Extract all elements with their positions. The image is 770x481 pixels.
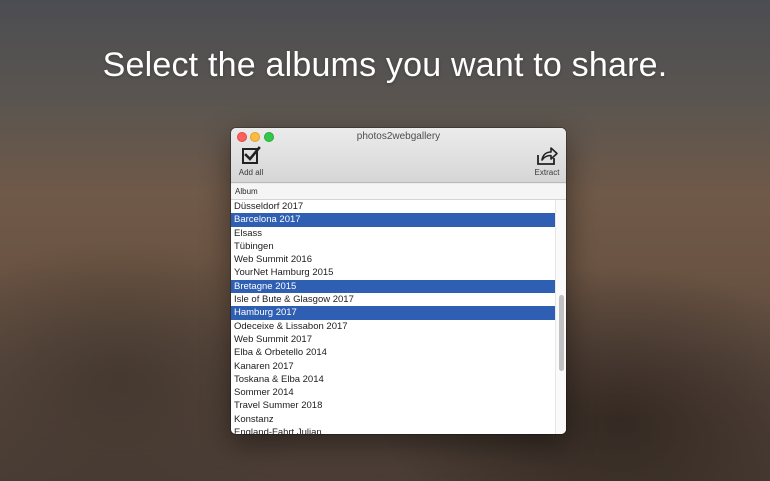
app-window: photos2webgallery Add all Extract Album … [231, 128, 566, 434]
add-all-label: Add all [238, 168, 264, 177]
album-row[interactable]: Tübingen [231, 240, 555, 253]
share-arrow-icon [537, 147, 558, 165]
album-row[interactable]: Web Summit 2017 [231, 333, 555, 346]
page-headline: Select the albums you want to share. [102, 46, 668, 84]
album-row[interactable]: Web Summit 2016 [231, 253, 555, 266]
album-row[interactable]: Kanaren 2017 [231, 360, 555, 373]
vertical-scrollbar[interactable] [555, 200, 566, 434]
window-title: photos2webgallery [356, 131, 441, 142]
album-row[interactable]: Isle of Bute & Glasgow 2017 [231, 293, 555, 306]
album-row[interactable]: Elsass [231, 227, 555, 240]
album-row[interactable]: Toskana & Elba 2014 [231, 373, 555, 386]
album-table: Album Düsseldorf 2017 Barcelona 2017 Elsas… [231, 184, 566, 434]
album-row[interactable]: Odeceixe & Lissabon 2017 [231, 320, 555, 333]
column-header-album[interactable]: Album [231, 184, 566, 200]
album-row[interactable]: England-Fahrt Julian [231, 426, 555, 434]
album-row[interactable]: Elba & Orbetello 2014 [231, 346, 555, 359]
album-row[interactable]: Sommer 2014 [231, 386, 555, 399]
title-bar[interactable]: photos2webgallery Add all Extract [231, 128, 566, 183]
extract-button[interactable]: Extract [527, 146, 566, 180]
extract-label: Extract [534, 168, 560, 177]
checkbox-check-icon [242, 146, 261, 164]
album-rows: Düsseldorf 2017 Barcelona 2017 Elsass Tübin… [231, 200, 555, 434]
album-row[interactable]: Travel Summer 2018 [231, 399, 555, 412]
scrollbar-thumb[interactable] [559, 295, 564, 371]
album-row[interactable]: Barcelona 2017 [231, 213, 555, 227]
album-row[interactable]: YourNet Hamburg 2015 [231, 266, 555, 279]
add-all-button[interactable]: Add all [231, 146, 271, 180]
album-row[interactable]: Bretagne 2015 [231, 279, 555, 294]
album-row[interactable]: Hamburg 2017 [231, 306, 555, 320]
album-row[interactable]: Konstanz [231, 413, 555, 426]
album-row[interactable]: Düsseldorf 2017 [231, 200, 555, 213]
